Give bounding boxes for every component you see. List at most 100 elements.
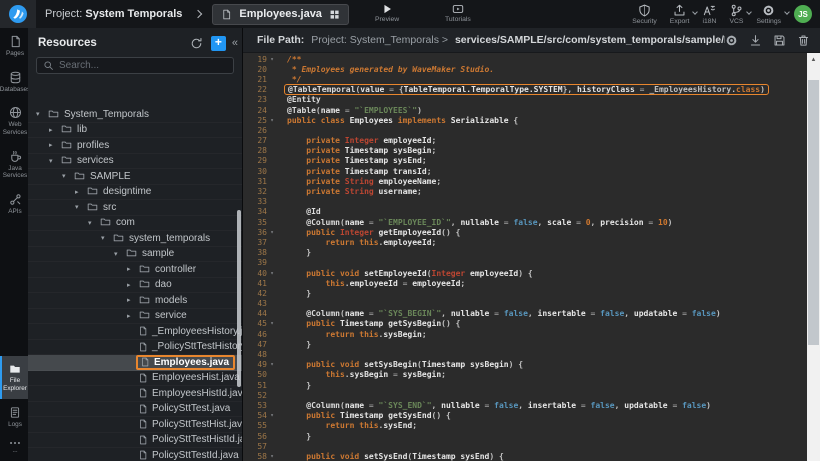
code-line-39[interactable]: 39 (243, 258, 820, 268)
tree-item-models[interactable]: ▸models (28, 293, 242, 309)
sidebar-item-databases[interactable]: Databases (0, 64, 28, 100)
code-line-53[interactable]: 53 @Column(name = "`SYS_END`", nullable … (243, 400, 820, 410)
export-button[interactable]: Export (670, 4, 690, 25)
tree-item-system-temporals[interactable]: ▾system_temporals (28, 231, 242, 247)
preview-button[interactable]: Preview (375, 3, 399, 23)
editor-scrollbar-thumb[interactable] (808, 80, 819, 345)
tree-item-services[interactable]: ▾services (28, 154, 242, 170)
code-line-37[interactable]: 37 return this.employeeId; (243, 237, 820, 247)
code-line-33[interactable]: 33 (243, 197, 820, 207)
code-editor[interactable]: 19▾/**20 * Employees generated by WaveMa… (243, 53, 820, 461)
code-line-44[interactable]: 44 @Column(name = "`SYS_BEGIN`", nullabl… (243, 309, 820, 319)
tree-item-lib[interactable]: ▸lib (28, 123, 242, 139)
code-line-58[interactable]: 58▾ public void setSysEnd(Timestamp sysE… (243, 451, 820, 461)
code-line-21[interactable]: 21 */ (243, 74, 820, 84)
code-line-54[interactable]: 54▾ public Timestamp getSysEnd() { (243, 411, 820, 421)
code-line-35[interactable]: 35 @Column(name = "`EMPLOYEE_ID`", nulla… (243, 217, 820, 227)
tree-item-designtime[interactable]: ▸designtime (28, 185, 242, 201)
user-avatar[interactable]: JS (794, 5, 812, 23)
caret-collapsed-icon[interactable]: ▸ (127, 265, 138, 273)
caret-collapsed-icon[interactable]: ▸ (75, 188, 86, 196)
sidebar-item-java-services[interactable]: Java Services (0, 143, 28, 186)
fold-marker-icon[interactable]: ▾ (267, 117, 277, 124)
scrollbar-up-arrow-icon[interactable]: ▲ (807, 53, 820, 66)
code-line-49[interactable]: 49▾ public void setSysBegin(Timestamp sy… (243, 360, 820, 370)
caret-collapsed-icon[interactable]: ▸ (49, 141, 60, 149)
security-button[interactable]: Security (632, 4, 657, 25)
trash-icon[interactable] (797, 34, 810, 47)
caret-expanded-icon[interactable]: ▾ (36, 110, 47, 118)
wavemaker-logo[interactable] (0, 0, 36, 28)
code-line-48[interactable]: 48 (243, 349, 820, 359)
tree-item-policystttesthist-java[interactable]: PolicySttTestHist.java (28, 417, 242, 433)
code-line-22[interactable]: 22@TableTemporal(value = {TableTemporal.… (243, 85, 820, 95)
tree-item-employees-java[interactable]: Employees.java (28, 355, 242, 371)
fold-marker-icon[interactable]: ▾ (267, 453, 277, 460)
tree-item-policystttestid-java[interactable]: PolicySttTestId.java (28, 448, 242, 461)
code-line-26[interactable]: 26 (243, 125, 820, 135)
grid-icon[interactable] (329, 9, 340, 20)
caret-collapsed-icon[interactable]: ▸ (127, 312, 138, 320)
code-line-43[interactable]: 43 (243, 299, 820, 309)
tree-item-sample[interactable]: ▾sample (28, 247, 242, 263)
code-line-28[interactable]: 28 private Timestamp sysBegin; (243, 146, 820, 156)
tree-item-policystttest-java[interactable]: PolicySttTest.java (28, 402, 242, 418)
code-line-19[interactable]: 19▾/** (243, 54, 820, 64)
tree-item-employeeshist-java[interactable]: EmployeesHist.java (28, 371, 242, 387)
code-line-46[interactable]: 46 return this.sysBegin; (243, 329, 820, 339)
tree-scrollbar-thumb[interactable] (237, 210, 241, 387)
code-line-40[interactable]: 40▾ public void setEmployeeId(Integer em… (243, 268, 820, 278)
caret-expanded-icon[interactable]: ▾ (75, 203, 86, 211)
save-icon[interactable] (773, 34, 786, 47)
add-resource-button[interactable]: + (211, 36, 226, 51)
fold-marker-icon[interactable]: ▾ (267, 56, 277, 63)
gear-icon[interactable] (725, 34, 738, 47)
code-line-30[interactable]: 30 private Timestamp transId; (243, 166, 820, 176)
code-line-38[interactable]: 38 } (243, 248, 820, 258)
tree-item-employeeshistory-java[interactable]: _EmployeesHistory.java (28, 324, 242, 340)
sidebar-item-logs[interactable]: Logs (0, 399, 28, 435)
tree-item-sample[interactable]: ▾SAMPLE (28, 169, 242, 185)
editor-scrollbar[interactable]: ▲ (807, 53, 820, 461)
sidebar-item-apis[interactable]: APIs (0, 186, 28, 222)
tree-item-policystttesthistid-java[interactable]: PolicySttTestHistId.java (28, 433, 242, 449)
caret-collapsed-icon[interactable]: ▸ (49, 126, 60, 134)
code-line-29[interactable]: 29 private Timestamp sysEnd; (243, 156, 820, 166)
sidebar-item-pages[interactable]: Pages (0, 28, 28, 64)
code-line-45[interactable]: 45▾ public Timestamp getSysBegin() { (243, 319, 820, 329)
code-line-34[interactable]: 34 @Id (243, 207, 820, 217)
code-line-55[interactable]: 55 return this.sysEnd; (243, 421, 820, 431)
download-icon[interactable] (749, 34, 762, 47)
settings-button[interactable]: Settings (756, 4, 781, 25)
code-line-56[interactable]: 56 } (243, 431, 820, 441)
code-line-47[interactable]: 47 } (243, 339, 820, 349)
fold-marker-icon[interactable]: ▾ (267, 412, 277, 419)
fold-marker-icon[interactable]: ▾ (267, 270, 277, 277)
code-line-27[interactable]: 27 private Integer employeeId; (243, 136, 820, 146)
sidebar-item-web-services[interactable]: Web Services (0, 99, 28, 142)
sidebar-item-file-explorer[interactable]: File Explorer (0, 356, 28, 398)
fold-marker-icon[interactable]: ▾ (267, 320, 277, 327)
code-line-31[interactable]: 31 private String employeeName; (243, 176, 820, 186)
collapse-panel-button[interactable]: « (230, 37, 240, 49)
fold-marker-icon[interactable]: ▾ (267, 229, 277, 236)
refresh-icon[interactable] (190, 37, 203, 50)
tree-item-service[interactable]: ▸service (28, 309, 242, 325)
code-line-52[interactable]: 52 (243, 390, 820, 400)
caret-collapsed-icon[interactable]: ▸ (127, 296, 138, 304)
code-line-41[interactable]: 41 this.employeeId = employeeId; (243, 278, 820, 288)
tree-item-dao[interactable]: ▸dao (28, 278, 242, 294)
tree-item-profiles[interactable]: ▸profiles (28, 138, 242, 154)
code-line-57[interactable]: 57 (243, 441, 820, 451)
caret-collapsed-icon[interactable]: ▸ (127, 281, 138, 289)
tutorials-button[interactable]: Tutorials (445, 3, 471, 23)
tree-item-src[interactable]: ▾src (28, 200, 242, 216)
code-line-50[interactable]: 50 this.sysBegin = sysBegin; (243, 370, 820, 380)
tree-item-controller[interactable]: ▸controller (28, 262, 242, 278)
search-input[interactable] (59, 60, 227, 71)
fold-marker-icon[interactable]: ▾ (267, 361, 277, 368)
code-line-24[interactable]: 24@Table(name = "`EMPLOYEES`") (243, 105, 820, 115)
caret-expanded-icon[interactable]: ▾ (101, 234, 112, 242)
caret-expanded-icon[interactable]: ▾ (88, 219, 99, 227)
tree-item-employeeshistid-java[interactable]: EmployeesHistId.java (28, 386, 242, 402)
